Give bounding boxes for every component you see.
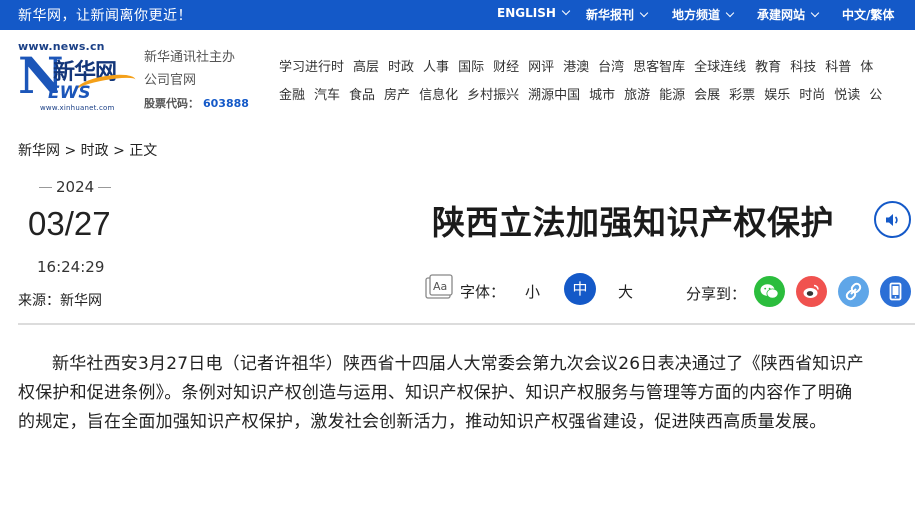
channel-link[interactable]: 会展	[694, 88, 720, 103]
channel-link[interactable]: 娱乐	[764, 88, 790, 103]
publish-time: 16:24:29	[37, 258, 105, 276]
stock-label: 股票代码：	[144, 97, 199, 110]
channel-link[interactable]: 城市	[589, 88, 615, 103]
channel-link[interactable]: 房产	[384, 88, 410, 103]
channel-link[interactable]: 思客智库	[633, 60, 685, 75]
publish-year: 2024	[35, 178, 115, 196]
channel-nav-row-1: 学习进行时 高层 时政 人事 国际 财经 网评 港澳 台湾 思客智库 全球连线 教育 科技 科普体	[279, 56, 882, 75]
weibo-icon[interactable]	[796, 276, 827, 307]
breadcrumb[interactable]: 新华网 > 时政 > 正文	[18, 140, 157, 160]
link-icon[interactable]	[838, 276, 869, 307]
share-label: 分享到：	[686, 285, 747, 303]
company-site-text: 公司官网	[144, 73, 197, 88]
channel-link[interactable]: 国际	[458, 60, 484, 75]
sponsor-text: 新华通讯社主办	[144, 50, 236, 65]
channel-link[interactable]: 全球连线	[694, 60, 746, 75]
channel-link[interactable]: 溯源中国	[528, 88, 580, 103]
article-title: 陕西立法加强知识产权保护	[432, 203, 834, 242]
channel-link[interactable]: 台湾	[598, 60, 624, 75]
channel-link[interactable]: 公	[869, 88, 882, 103]
channel-link[interactable]: 时尚	[799, 88, 825, 103]
font-size-small-button[interactable]: 小	[525, 281, 540, 302]
channel-link[interactable]: 能源	[659, 88, 685, 103]
svg-text:Aa: Aa	[433, 280, 447, 293]
channel-link[interactable]: 人事	[423, 60, 449, 75]
font-size-medium-button[interactable]: 中	[564, 273, 596, 305]
channel-link[interactable]: 旅游	[624, 88, 650, 103]
channel-link[interactable]: 汽车	[314, 88, 340, 103]
font-size-label: 字体：	[460, 283, 506, 301]
xinhua-logo[interactable]: www.news.cn N 新华网 EWS www.xinhuanet.com	[18, 40, 138, 116]
nav-local-channels[interactable]: 地方频道	[672, 6, 735, 23]
chevron-down-icon	[561, 6, 571, 16]
font-size-icon: Aa	[425, 274, 454, 301]
divider	[18, 323, 915, 325]
stock-code[interactable]: 603888	[203, 97, 249, 110]
channel-link[interactable]: 食品	[349, 88, 375, 103]
channel-link[interactable]: 科普	[825, 60, 851, 75]
channel-link[interactable]: 港澳	[563, 60, 589, 75]
nav-english[interactable]: ENGLISH	[497, 6, 571, 20]
site-tagline: 新华网，让新闻离你更近！	[18, 8, 192, 24]
channel-link[interactable]: 乡村振兴	[467, 88, 519, 103]
channel-link[interactable]: 学习进行时	[279, 60, 344, 75]
mobile-icon[interactable]	[880, 276, 911, 307]
chevron-down-icon	[639, 8, 649, 18]
channel-link[interactable]: 财经	[493, 60, 519, 75]
channel-link[interactable]: 金融	[279, 88, 305, 103]
nav-newspapers[interactable]: 新华报刊	[586, 6, 649, 23]
channel-link[interactable]: 彩票	[729, 88, 755, 103]
nav-language[interactable]: 中文/繁体	[842, 6, 894, 23]
channel-link[interactable]: 信息化	[419, 88, 458, 103]
article-source: 来源：新华网	[18, 293, 102, 309]
channel-link[interactable]: 网评	[528, 60, 554, 75]
channel-link[interactable]: 悦读	[834, 88, 860, 103]
top-bar: 新华网，让新闻离你更近！ ENGLISH 新华报刊 地方频道 承建网站 中文/繁…	[0, 0, 915, 30]
channel-link[interactable]: 高层	[353, 60, 379, 75]
speaker-icon[interactable]	[874, 201, 911, 238]
channel-link[interactable]: 时政	[388, 60, 414, 75]
article-body: 新华社西安3月27日电（记者许祖华）陕西省十四届人大常委会第九次会议26日表决通…	[18, 354, 864, 432]
publish-date: 03/27	[28, 205, 111, 242]
wechat-icon[interactable]	[754, 276, 785, 307]
channel-link[interactable]: 教育	[755, 60, 781, 75]
font-size-large-button[interactable]: 大	[618, 281, 633, 302]
channel-link[interactable]: 科技	[790, 60, 816, 75]
channel-link[interactable]: 体	[860, 60, 873, 75]
chevron-down-icon	[810, 8, 820, 18]
chevron-down-icon	[725, 8, 735, 18]
nav-hosted-sites[interactable]: 承建网站	[757, 6, 820, 23]
channel-nav-row-2: 金融 汽车 食品 房产 信息化 乡村振兴 溯源中国 城市 旅游 能源 会展 彩票 娱乐 时尚 悦读公	[279, 84, 891, 103]
official-info: 新华通讯社主办 公司官网 股票代码： 603888	[144, 46, 249, 115]
